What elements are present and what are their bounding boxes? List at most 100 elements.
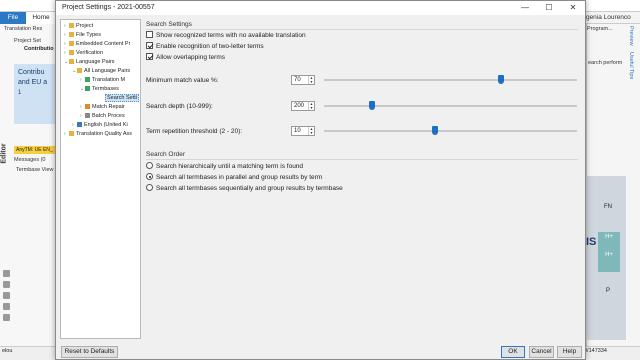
settings-content: Search Settings Show recognized terms wi… (145, 19, 582, 339)
folder-icon (69, 40, 74, 46)
tree-item-label: Search Setti (105, 94, 139, 102)
close-button[interactable]: ✕ (561, 1, 585, 15)
segment-line-2: and EU a (18, 79, 48, 86)
search-depth-slider-thumb[interactable] (369, 101, 376, 110)
grid-cell-p: P (605, 288, 610, 294)
maximize-button[interactable]: ☐ (537, 1, 561, 15)
tree-item-file-types[interactable]: › File Types (64, 31, 101, 40)
tree-item-label: Match Repair (92, 104, 125, 110)
folder-icon (69, 49, 74, 55)
radio-circle[interactable] (146, 162, 153, 169)
minimize-button[interactable]: — (513, 1, 537, 15)
section-divider (146, 159, 578, 160)
project-settings-dialog: Project Settings - 2021-00557 — ☐ ✕ › Pro… (55, 0, 586, 360)
match-repair-icon (85, 103, 90, 109)
search-sequential-radio[interactable]: Search all termbases sequentially and gr… (146, 184, 343, 193)
tree-item-verification[interactable]: › Verification (64, 49, 103, 58)
section-divider (146, 29, 578, 30)
tree-item-embedded-content[interactable]: › Embedded Content Pr (64, 40, 130, 49)
ok-button[interactable]: OK (501, 346, 525, 358)
minimum-match-slider-track[interactable] (324, 79, 577, 81)
translation-results-tab[interactable]: Translation Res (4, 26, 42, 32)
minimum-match-label: Minimum match value %: (146, 77, 219, 84)
spin-arrows-icon[interactable]: ▲ ▼ (308, 102, 314, 110)
editor-segment: Contribu and EU a 1 (14, 64, 58, 124)
grid-cell-h2: H+ (598, 250, 620, 272)
spin-arrows-icon[interactable]: ▲ ▼ (308, 127, 314, 135)
checkbox-box[interactable] (146, 53, 153, 60)
gear-icon (85, 112, 90, 118)
search-parallel-radio[interactable]: Search all termbases in parallel and gro… (146, 173, 322, 182)
minimum-match-spinbox[interactable]: 70 ▲ ▼ (291, 75, 315, 85)
checkbox-box[interactable] (146, 42, 153, 49)
tree-item-translation-quality[interactable]: › Translation Quality Ass (64, 130, 132, 139)
file-tab[interactable]: File (0, 12, 26, 24)
tree-item-label: Embedded Content Pr (76, 41, 131, 47)
two-letter-terms-checkbox[interactable]: Enable recognition of two-letter terms (146, 42, 264, 51)
status-counter: 0/147334 (584, 348, 607, 354)
termbase-icon (85, 85, 90, 91)
tree-item-project[interactable]: › Project (64, 22, 93, 31)
radio-circle[interactable] (146, 173, 153, 180)
tree-item-search-settings[interactable]: Search Setti (105, 94, 139, 103)
term-repetition-slider-track[interactable] (324, 130, 577, 132)
dialog-titlebar[interactable]: Project Settings - 2021-00557 — ☐ ✕ (56, 1, 585, 15)
tree-item-match-repair[interactable]: › Match Repair (80, 103, 125, 112)
tree-item-label: Termbases (92, 86, 119, 92)
overlapping-terms-checkbox[interactable]: Allow overlapping terms (146, 53, 225, 62)
messages-tab[interactable]: Messages (0 (14, 157, 46, 163)
project-settings-tab[interactable]: Project Set (14, 38, 41, 44)
checkbox-box[interactable] (146, 31, 153, 38)
reset-to-defaults-button[interactable]: Reset to Defaults (61, 346, 118, 358)
flag-icon (77, 121, 82, 127)
dialog-title: Project Settings - 2021-00557 (62, 4, 155, 11)
termbase-viewer-label: Termbase View (16, 167, 54, 173)
checkbox-label: Show recognized terms with no available … (156, 32, 306, 39)
folder-icon (69, 22, 74, 28)
edit-icon[interactable] (3, 303, 10, 310)
search-hierarchically-radio[interactable]: Search hierarchically until a matching t… (146, 162, 303, 171)
folder-icon (69, 58, 74, 64)
spin-value: 10 (294, 128, 301, 134)
document-icon[interactable] (3, 281, 10, 288)
save-icon[interactable] (3, 292, 10, 299)
cancel-button[interactable]: Cancel (529, 346, 554, 358)
tree-item-english-uk[interactable]: › English (United Ki (72, 121, 128, 130)
folder-icon (69, 130, 74, 136)
search-depth-slider-track[interactable] (324, 105, 577, 107)
tree-item-translation-memory[interactable]: › Translation M (80, 76, 125, 85)
folder-icon (69, 31, 74, 37)
tree-item-batch-processing[interactable]: › Batch Proces (80, 112, 125, 121)
term-repetition-spinbox[interactable]: 10 ▲ ▼ (291, 126, 315, 136)
segment-line-1: Contribu (18, 69, 45, 76)
translation-memory-icon (85, 76, 90, 82)
search-settings-title: Search Settings (146, 21, 192, 28)
tree-item-label: All Language Pairs (84, 68, 131, 74)
tree-item-termbases[interactable]: ⌄ Termbases (80, 85, 119, 94)
spin-value: 200 (294, 103, 305, 109)
search-depth-label: Search depth (10-999): (146, 103, 213, 110)
term-repetition-label: Term repetition threshold (2 - 20): (146, 128, 243, 135)
tree-item-label: File Types (76, 32, 101, 38)
preview-tab[interactable]: Preview (628, 26, 634, 46)
radio-circle[interactable] (146, 184, 153, 191)
home-tab[interactable]: Home (26, 12, 56, 24)
anytm-label: AnyTM: UE EN_ (14, 146, 58, 154)
contribution-label: Contributio (24, 46, 54, 52)
tree-item-label: Verification (76, 50, 103, 56)
show-recognized-terms-checkbox[interactable]: Show recognized terms with no available … (146, 31, 306, 40)
settings-tree: › Project › File Types › Embedded Content P… (60, 19, 141, 339)
side-tabs: Preview Useful Tips (628, 26, 640, 85)
term-repetition-slider-thumb[interactable] (432, 126, 439, 135)
help-button[interactable]: Help (557, 346, 582, 358)
left-toolstrip (2, 266, 12, 336)
spin-arrows-icon[interactable]: ▲ ▼ (308, 76, 314, 84)
book-icon[interactable] (3, 314, 10, 321)
checkbox-label: Allow overlapping terms (156, 54, 226, 61)
useful-tips-tab[interactable]: Useful Tips (628, 52, 634, 79)
tree-item-language-pairs[interactable]: ⌄ Language Pairs (64, 58, 115, 67)
search-depth-spinbox[interactable]: 200 ▲ ▼ (291, 101, 315, 111)
home-icon[interactable] (3, 270, 10, 277)
tree-item-all-language-pairs[interactable]: ⌄ All Language Pairs (72, 67, 130, 76)
minimum-match-slider-thumb[interactable] (498, 75, 505, 84)
